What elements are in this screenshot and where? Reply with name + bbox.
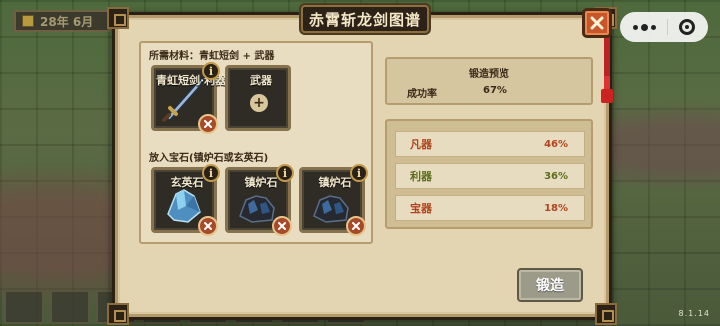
odds-label: 凡器 xyxy=(410,138,432,151)
calendar-date: 28年 6月 xyxy=(40,14,94,29)
success-rate-label: 成功率 xyxy=(407,89,437,100)
game-screen: 28年 6月 8.1.14 赤霄斩龙剑图谱 所需材料：青虹短剑 + 武器 青虹短… xyxy=(0,0,720,326)
odds-value: 46% xyxy=(544,138,568,150)
info-icon[interactable]: i xyxy=(202,62,220,80)
toolbar-slot[interactable] xyxy=(4,290,44,324)
version-label: 8.1.14 xyxy=(678,309,710,318)
forge-dialog: 赤霄斩龙剑图谱 所需材料：青虹短剑 + 武器 青虹短剑·利器 i 武器 + 放入… xyxy=(107,5,617,325)
forge-preview-panel: 锻造预览 成功率 67% xyxy=(385,57,593,105)
miniprogram-capsule[interactable] xyxy=(620,12,708,42)
material-slot-weapon[interactable]: 武器 + xyxy=(225,65,291,131)
close-icon[interactable] xyxy=(589,15,605,31)
gems-heading: 放入宝石(镇炉石或玄英石) xyxy=(149,153,269,164)
material-slot-label: 武器 xyxy=(250,74,272,87)
preview-title: 锻造预览 xyxy=(469,69,509,80)
close-button[interactable] xyxy=(582,8,612,38)
dialog-title: 赤霄斩龙剑图谱 xyxy=(301,5,429,33)
odds-value: 36% xyxy=(544,170,568,182)
ornament-corner xyxy=(107,303,129,325)
material-slot-sword[interactable]: 青虹短剑·利器 i xyxy=(151,62,226,134)
capsule-divider xyxy=(666,19,668,35)
remove-button[interactable] xyxy=(198,114,218,134)
materials-required: 青虹短剑 + 武器 xyxy=(199,51,275,62)
toolbar-slot[interactable] xyxy=(50,290,90,324)
odds-row-sharp: 利器 36% xyxy=(395,163,585,189)
gem-slot-zhenlu-1[interactable]: 镇炉石 i xyxy=(225,164,294,236)
more-icon[interactable] xyxy=(633,23,657,31)
info-icon[interactable]: i xyxy=(350,164,368,182)
odds-label: 利器 xyxy=(410,170,432,183)
odds-row-treasure: 宝器 18% xyxy=(395,195,585,221)
info-icon[interactable]: i xyxy=(202,164,220,182)
materials-label: 所需材料： xyxy=(149,51,199,62)
success-rate-value: 67% xyxy=(483,85,507,96)
calendar-badge: 28年 6月 xyxy=(14,10,110,32)
odds-label: 宝器 xyxy=(410,202,432,215)
remove-icon[interactable] xyxy=(277,221,287,231)
remove-button[interactable] xyxy=(272,216,292,236)
remove-button[interactable] xyxy=(346,216,366,236)
tassel-decoration xyxy=(601,37,613,103)
materials-heading: 所需材料：青虹短剑 + 武器 xyxy=(149,47,274,62)
gem-slot-zhenlu-2[interactable]: 镇炉石 i xyxy=(299,164,368,236)
remove-icon[interactable] xyxy=(203,119,213,129)
ornament-corner xyxy=(595,303,617,325)
exit-icon[interactable] xyxy=(678,19,695,35)
odds-value: 18% xyxy=(544,202,568,214)
remove-icon[interactable] xyxy=(351,221,361,231)
remove-icon[interactable] xyxy=(203,221,213,231)
gem-slot-xuanying[interactable]: 玄英石 i xyxy=(151,164,220,236)
remove-button[interactable] xyxy=(198,216,218,236)
odds-row-common: 凡器 46% xyxy=(395,131,585,157)
plus-icon[interactable]: + xyxy=(250,94,268,112)
materials-panel: 所需材料：青虹短剑 + 武器 青虹短剑·利器 i 武器 + 放入宝石(镇炉石或玄… xyxy=(139,41,373,244)
ornament-corner xyxy=(107,7,129,29)
calendar-icon xyxy=(22,15,34,27)
forge-button[interactable]: 锻造 xyxy=(517,268,583,302)
info-icon[interactable]: i xyxy=(276,164,294,182)
quality-odds-panel: 凡器 46% 利器 36% 宝器 18% xyxy=(385,119,593,229)
